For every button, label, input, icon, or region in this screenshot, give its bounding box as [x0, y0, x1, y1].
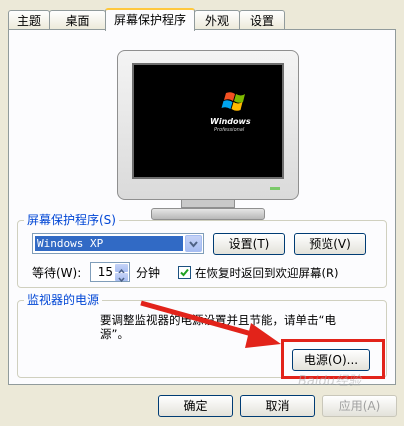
- screensaver-group-title: 屏幕保护程序(S): [24, 213, 119, 227]
- monitor-neck: [181, 200, 235, 208]
- power-group-title: 监视器的电源: [24, 293, 103, 307]
- preview-logo-text: Windows: [210, 117, 251, 126]
- resume-checkbox-label[interactable]: 在恢复时返回到欢迎屏幕(R): [195, 265, 338, 281]
- arrow-down-icon: [118, 277, 125, 283]
- preview-screen: Windows Professional: [132, 63, 284, 179]
- windows-logo-icon: [221, 92, 245, 111]
- monitor-preview: Windows Professional: [117, 50, 299, 222]
- monitor-bezel: Windows Professional: [117, 50, 299, 200]
- screensaver-selected-value: Windows XP: [35, 236, 183, 251]
- spin-down-button[interactable]: [115, 273, 128, 283]
- watermark: Baidu经验: [298, 374, 361, 389]
- checkmark-icon: [180, 268, 189, 277]
- wait-label: 等待(W):: [32, 266, 82, 280]
- chevron-down-icon: [189, 241, 198, 248]
- power-led: [270, 187, 280, 190]
- resume-checkbox[interactable]: [178, 266, 191, 279]
- wait-value[interactable]: 15: [98, 265, 113, 279]
- screensaver-group: 屏幕保护程序(S) Windows XP 设置(T) 预览(V) 等待(W): …: [17, 213, 387, 288]
- cancel-button[interactable]: 取消: [240, 395, 315, 417]
- power-description-line2: 源”。: [100, 327, 129, 341]
- spin-up-button[interactable]: [115, 264, 128, 274]
- monitor-stand: [151, 208, 265, 220]
- wait-spinner[interactable]: 15: [90, 262, 130, 283]
- ok-button[interactable]: 确定: [158, 395, 233, 417]
- tab-settings[interactable]: 设置: [239, 10, 285, 30]
- annotation-arrow-icon: [140, 300, 281, 348]
- tab-desktop[interactable]: 桌面: [49, 10, 106, 30]
- dropdown-button[interactable]: [185, 235, 202, 252]
- screensaver-select[interactable]: Windows XP: [32, 233, 204, 254]
- preview-button[interactable]: 预览(V): [294, 233, 366, 255]
- preview-logo-subtext: Professional: [214, 127, 245, 133]
- apply-button[interactable]: 应用(A): [322, 395, 397, 417]
- tab-theme[interactable]: 主题: [8, 10, 50, 30]
- tab-panel: Windows Professional 屏幕保护程序(S) Windows X…: [8, 29, 396, 385]
- tab-screensaver[interactable]: 屏幕保护程序: [105, 8, 195, 31]
- settings-button[interactable]: 设置(T): [213, 233, 285, 255]
- tab-appearance[interactable]: 外观: [194, 10, 240, 30]
- wait-unit: 分钟: [136, 266, 161, 280]
